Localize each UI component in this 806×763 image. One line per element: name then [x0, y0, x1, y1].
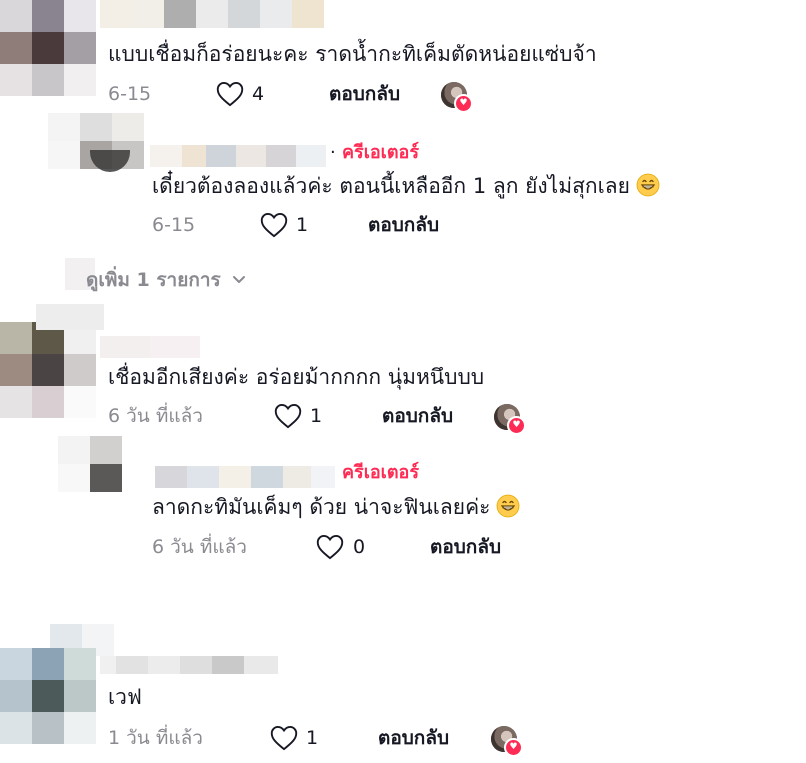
- like-count: 1: [310, 405, 323, 427]
- heart-outline-icon[interactable]: [270, 725, 298, 751]
- reply-timestamp: 6-15: [152, 214, 196, 236]
- reply-timestamp: 6 วัน ที่แล้ว: [152, 536, 247, 558]
- grinning-face-emoji: [497, 494, 520, 518]
- comment-text: เชื่อมอีกเสียงค่ะ อร่อยม้ากกกก นุ่มหนึบบ…: [108, 365, 485, 389]
- avatar[interactable]: [0, 648, 96, 744]
- avatar[interactable]: [0, 322, 96, 418]
- heart-outline-icon[interactable]: [316, 534, 344, 560]
- heart-outline-icon[interactable]: [274, 403, 302, 429]
- reply-button[interactable]: ตอบกลับ: [368, 213, 439, 237]
- heart-outline-icon[interactable]: [216, 81, 244, 107]
- like-count: 4: [252, 83, 265, 105]
- reply-text-content: เดี๋ยวต้องลองแล้วค่ะ ตอนนี้เหลืออีก 1 ลู…: [152, 174, 630, 198]
- comment-timestamp: 1 วัน ที่แล้ว: [108, 727, 203, 749]
- creator-liked-indicator: ♥: [441, 82, 473, 113]
- comment-text: เวฟ: [108, 685, 142, 709]
- creator-badge: ครีเอเตอร์: [342, 142, 419, 163]
- username-blurred[interactable]: [100, 336, 200, 358]
- like-count: 1: [296, 214, 309, 236]
- heart-outline-icon[interactable]: [260, 212, 288, 238]
- reply-text: เดี๋ยวต้องลองแล้วค่ะ ตอนนี้เหลืออีก 1 ลู…: [152, 173, 660, 199]
- reply-button[interactable]: ตอบกลับ: [378, 726, 449, 750]
- reply-username-blurred[interactable]: [155, 466, 335, 488]
- like-count: 1: [306, 727, 319, 749]
- comment-text: แบบเชื่อมก็อร่อยนะคะ ราดน้ำกะทิเค็มตัดหน…: [108, 42, 597, 66]
- username-blurred[interactable]: [100, 656, 278, 674]
- creator-liked-indicator: ♥: [494, 404, 526, 435]
- comment-timestamp: 6 วัน ที่แล้ว: [108, 405, 203, 427]
- creator-badge: ครีเอเตอร์: [342, 462, 419, 483]
- reply-button[interactable]: ตอบกลับ: [430, 535, 501, 559]
- heart-badge-icon: ♥: [504, 738, 523, 757]
- reply-avatar[interactable]: [58, 436, 122, 492]
- heart-badge-icon: ♥: [454, 94, 473, 113]
- username-blurred[interactable]: [100, 0, 324, 28]
- comment-timestamp: 6-15: [108, 83, 152, 105]
- view-more-label: ดูเพิ่ม 1 รายการ: [86, 269, 221, 291]
- reply-button[interactable]: ตอบกลับ: [329, 82, 400, 106]
- reply-button[interactable]: ตอบกลับ: [382, 404, 453, 428]
- reply-text-content: ลาดกะทิมันเค็มๆ ด้วย น่าจะฟินเลยค่ะ: [152, 495, 491, 519]
- grinning-face-emoji: [636, 173, 660, 197]
- avatar[interactable]: [0, 0, 96, 96]
- chevron-down-icon: [233, 276, 246, 283]
- like-count: 0: [353, 536, 366, 558]
- reply-username-blurred[interactable]: [150, 145, 326, 167]
- separator-dot: ·: [330, 142, 336, 163]
- view-more-replies-button[interactable]: ดูเพิ่ม 1 รายการ: [86, 268, 247, 292]
- creator-liked-indicator: ♥: [491, 726, 523, 757]
- heart-badge-icon: ♥: [507, 416, 526, 435]
- reply-text: ลาดกะทิมันเค็มๆ ด้วย น่าจะฟินเลยค่ะ: [152, 494, 520, 520]
- avatar-blur-top: [36, 304, 104, 330]
